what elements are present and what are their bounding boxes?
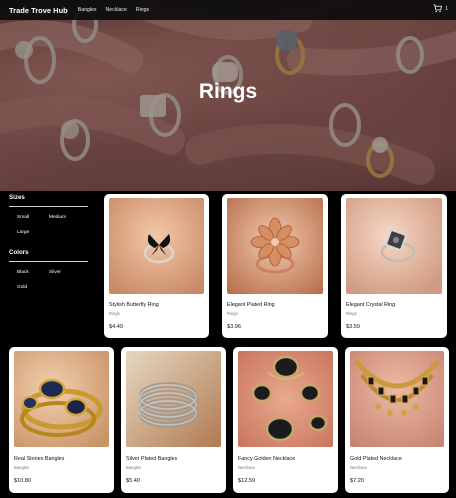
product-price: $3.96	[227, 324, 241, 330]
nav-links: Bangles Necklace Rings	[78, 7, 158, 13]
product-card[interactable]: Elegant Crystal Ring Rings $3.59	[341, 194, 447, 338]
size-option-small[interactable]: Small	[17, 215, 49, 220]
filters-sidebar: Sizes Small Medium Large Colors Black Si…	[9, 194, 89, 290]
product-category: Necklace	[238, 465, 256, 470]
nav-link-bangles[interactable]: Bangles	[78, 7, 97, 13]
product-name[interactable]: Elegant Crystal Ring	[346, 302, 395, 308]
product-name[interactable]: Real Stones Bangles	[14, 456, 64, 462]
product-image-plated-ring[interactable]	[227, 198, 323, 294]
product-card[interactable]: Fancy Golden Necklace Necklace $12.59	[233, 347, 338, 493]
nav-link-rings[interactable]: Rings	[136, 7, 149, 13]
cart-icon	[433, 4, 443, 13]
colors-divider	[9, 261, 88, 262]
product-price: $10.80	[14, 478, 32, 484]
sizes-heading: Sizes	[9, 194, 25, 201]
product-category: Rings	[227, 311, 238, 316]
nav-link-necklace[interactable]: Necklace	[106, 7, 127, 13]
product-image-stone-bangles[interactable]	[14, 351, 109, 447]
product-name[interactable]: Elegant Plated Ring	[227, 302, 275, 308]
product-name[interactable]: Fancy Golden Necklace	[238, 456, 295, 462]
colors-heading: Colors	[9, 249, 29, 256]
product-category: Bangles	[14, 465, 30, 470]
product-price: $3.59	[346, 324, 360, 330]
product-card[interactable]: Stylish Butterfly Ring Rings $4.49	[104, 194, 209, 338]
size-option-medium[interactable]: Medium	[49, 215, 89, 220]
sizes-divider	[9, 206, 88, 207]
hero-title: Rings	[198, 80, 258, 103]
size-options: Small Medium Large	[17, 215, 89, 235]
product-category: Bangles	[126, 465, 142, 470]
product-image-golden-necklace[interactable]	[238, 351, 333, 447]
cart-button[interactable]: 1	[433, 4, 448, 13]
top-navbar: Trade Trove Hub Bangles Necklace Rings 1	[0, 0, 456, 20]
product-category: Rings	[109, 311, 120, 316]
product-price: $12.59	[238, 478, 256, 484]
product-name[interactable]: Silver Plated Bangles	[126, 456, 177, 462]
product-image-gold-necklace[interactable]	[350, 351, 444, 447]
product-image-crystal-ring[interactable]	[346, 198, 442, 294]
color-options: Black Silver Gold	[17, 270, 89, 290]
product-name[interactable]: Gold Plated Necklace	[350, 456, 402, 462]
product-image-butterfly-ring[interactable]	[109, 198, 204, 294]
product-image-silver-bangles[interactable]	[126, 351, 221, 447]
color-option-black[interactable]: Black	[17, 270, 49, 275]
product-category: Necklace	[350, 465, 368, 470]
product-price: $5.40	[126, 478, 140, 484]
product-price: $7.20	[350, 478, 364, 484]
product-price: $4.49	[109, 324, 123, 330]
product-card[interactable]: Silver Plated Bangles Bangles $5.40	[121, 347, 226, 493]
color-option-gold[interactable]: Gold	[17, 285, 49, 290]
product-card[interactable]: Gold Plated Necklace Necklace $7.20	[345, 347, 449, 493]
product-category: Rings	[346, 311, 357, 316]
product-card[interactable]: Elegant Plated Ring Rings $3.96	[222, 194, 328, 338]
cart-count: 1	[445, 5, 448, 12]
brand-logo[interactable]: Trade Trove Hub	[9, 6, 68, 15]
color-option-silver[interactable]: Silver	[49, 270, 89, 275]
size-option-large[interactable]: Large	[17, 230, 49, 235]
product-card[interactable]: Real Stones Bangles Bangles $10.80	[9, 347, 114, 493]
hero-banner: Rings	[0, 0, 456, 191]
product-name[interactable]: Stylish Butterfly Ring	[109, 302, 159, 308]
